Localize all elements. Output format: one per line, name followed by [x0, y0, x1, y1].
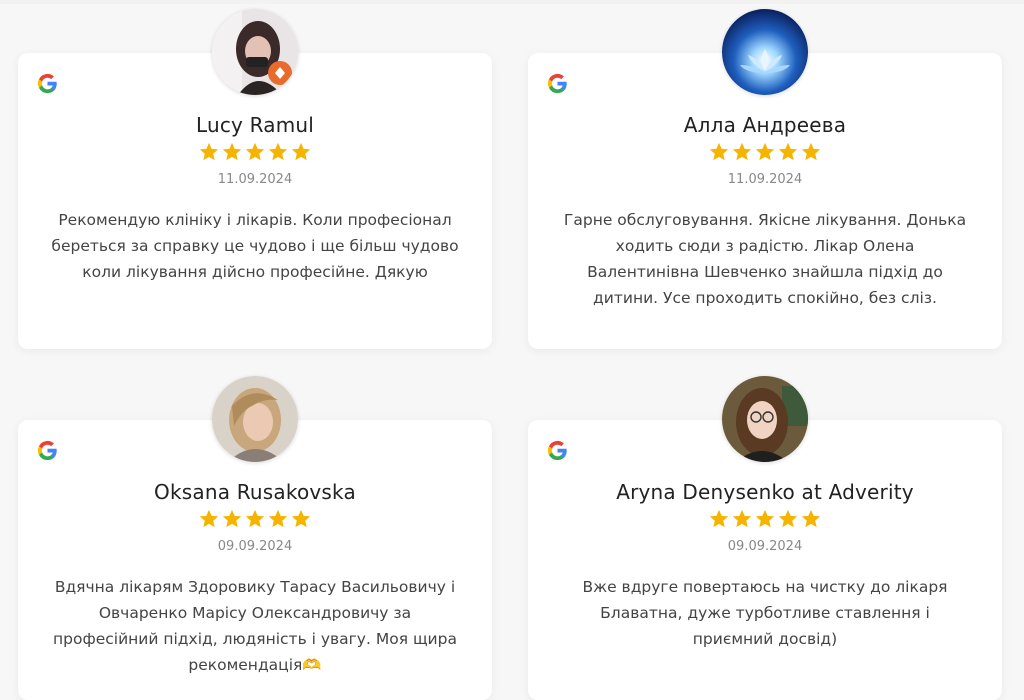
review-text: Вдячна лікарям Здоровику Тарасу Васильов…	[53, 578, 457, 674]
reviewer-name: Алла Андреева	[683, 113, 847, 137]
star-icon	[267, 508, 289, 530]
google-g-icon	[37, 73, 57, 94]
star-rating	[528, 508, 1002, 532]
star-icon	[800, 508, 822, 530]
google-g-icon	[37, 440, 57, 461]
review-text: Гарне обслуговування. Якісне лікування. …	[563, 211, 967, 307]
star-rating	[528, 141, 1002, 165]
reviewer-avatar	[722, 376, 808, 462]
star-icon	[198, 141, 220, 163]
reviewer-name: Oksana Rusakovska	[154, 480, 356, 504]
review-text: Вже вдруге повертаюсь на чистку до лікар…	[582, 578, 948, 648]
reviewer-avatar	[212, 376, 298, 462]
review-card: Алла Андреева 11.09.2024 Гарне обслугову…	[528, 9, 1002, 349]
review-card: Oksana Rusakovska 09.09.2024 Вдячна ліка…	[18, 376, 492, 700]
review-date: 11.09.2024	[217, 172, 293, 187]
star-icon	[221, 141, 243, 163]
google-g-icon	[547, 440, 567, 461]
star-icon	[708, 141, 730, 163]
reviewer-name: Aryna Denysenko at Adverity	[616, 480, 914, 504]
star-icon	[290, 508, 312, 530]
reviewer-avatar	[212, 9, 298, 95]
review-date: 11.09.2024	[727, 172, 803, 187]
review-text: Рекомендую клініку і лікарів. Коли профе…	[51, 211, 459, 281]
star-icon	[244, 508, 266, 530]
star-icon	[221, 508, 243, 530]
star-icon	[731, 508, 753, 530]
review-date: 09.09.2024	[217, 539, 293, 554]
star-icon	[777, 141, 799, 163]
star-icon	[777, 508, 799, 530]
star-icon	[267, 141, 289, 163]
star-icon	[290, 141, 312, 163]
page-top-strip	[0, 0, 1024, 4]
star-rating	[18, 508, 492, 532]
star-icon	[198, 508, 220, 530]
google-g-icon	[547, 73, 567, 94]
star-icon	[244, 141, 266, 163]
star-icon	[754, 141, 776, 163]
review-date: 09.09.2024	[727, 539, 803, 554]
reviewer-avatar	[722, 9, 808, 95]
star-icon	[754, 508, 776, 530]
star-icon	[800, 141, 822, 163]
star-rating	[18, 141, 492, 165]
review-card: Lucy Ramul 11.09.2024 Рекомендую клініку…	[18, 9, 492, 349]
star-icon	[731, 141, 753, 163]
review-card: Aryna Denysenko at Adverity 09.09.2024 В…	[528, 376, 1002, 700]
star-icon	[708, 508, 730, 530]
reviewer-name: Lucy Ramul	[195, 113, 315, 137]
